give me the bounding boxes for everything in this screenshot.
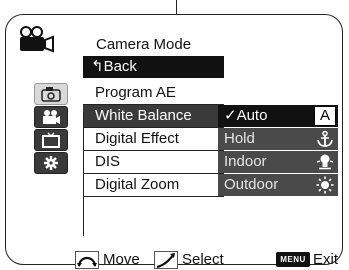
wb-option-outdoor-label: Outdoor (224, 176, 279, 193)
camera-mode-icon (20, 26, 54, 53)
hold-icon (317, 130, 333, 147)
top-divider (176, 0, 177, 14)
outdoor-sun-icon (316, 176, 334, 194)
display-settings-tab[interactable] (34, 129, 68, 151)
wb-option-indoor-label: Indoor (224, 153, 267, 170)
wb-option-auto[interactable]: ✓Auto A (218, 105, 338, 127)
indoor-bulb-icon (316, 154, 334, 170)
wb-option-outdoor[interactable]: Outdoor (218, 174, 338, 196)
wb-option-auto-label: ✓Auto (224, 107, 268, 124)
menu-item-white-balance[interactable]: White Balance (83, 105, 224, 127)
camcorder-icon (43, 110, 60, 124)
wb-option-hold[interactable]: Hold (218, 128, 338, 150)
menu-button-icon: MENU (276, 252, 310, 267)
select-icon (154, 251, 178, 269)
menu-item-program-ae[interactable]: Program AE (83, 82, 224, 104)
camera-icon (41, 87, 61, 102)
system-settings-tab[interactable] (34, 152, 68, 174)
menu-title: Camera Mode (96, 36, 192, 53)
wb-option-hold-label: Hold (224, 130, 255, 147)
move-icon (75, 251, 99, 269)
move-label: Move (103, 251, 140, 268)
menu-item-digital-zoom[interactable]: Digital Zoom (83, 174, 224, 196)
record-settings-tab[interactable] (34, 106, 68, 128)
screen-frame: Camera Mode ↰Back Program AE White Balan… (5, 14, 343, 269)
auto-badge: A (314, 106, 336, 126)
gear-icon (44, 156, 58, 170)
select-label: Select (182, 251, 224, 268)
menu-left-border (83, 112, 84, 236)
menu-item-digital-effect[interactable]: Digital Effect (83, 128, 224, 150)
menu-divider (83, 196, 224, 197)
wb-option-indoor[interactable]: Indoor (218, 151, 338, 173)
camera-icon-tab[interactable] (34, 83, 68, 105)
menu-item-back[interactable]: ↰Back (83, 56, 224, 78)
menu-item-dis[interactable]: DIS (83, 151, 224, 173)
exit-label: Exit (313, 251, 339, 268)
tv-icon (42, 132, 60, 148)
